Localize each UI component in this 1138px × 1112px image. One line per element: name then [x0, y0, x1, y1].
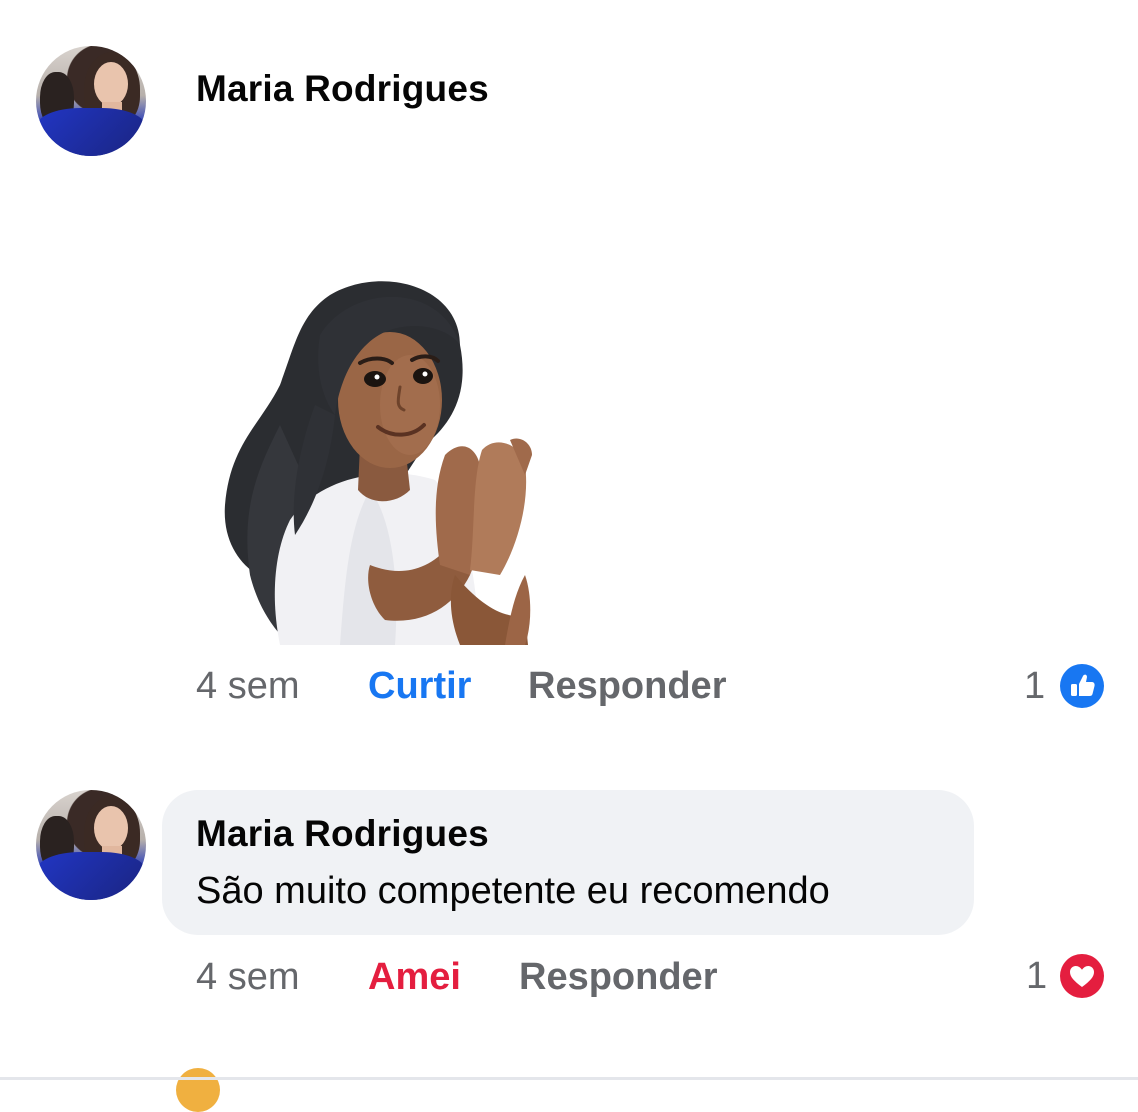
avatar-face — [94, 806, 128, 850]
comment-author-name[interactable]: Maria Rodrigues — [196, 813, 489, 855]
avatar[interactable] — [36, 790, 146, 900]
thumbs-up-glyph — [1071, 674, 1095, 696]
heart-glyph — [1070, 966, 1094, 987]
comment-author-name[interactable]: Maria Rodrigues — [196, 68, 489, 110]
avatar-clothing — [36, 108, 146, 156]
comment-bubble[interactable] — [162, 790, 974, 935]
like-icon[interactable] — [1060, 664, 1104, 708]
love-reaction-button[interactable]: Amei — [368, 956, 461, 999]
heart-icon[interactable] — [1060, 954, 1104, 998]
reaction-count[interactable]: 1 — [1024, 665, 1045, 708]
reply-button[interactable]: Responder — [528, 665, 726, 708]
like-button[interactable]: Curtir — [368, 665, 471, 708]
comment-timestamp[interactable]: 4 sem — [196, 956, 299, 999]
comment-timestamp[interactable]: 4 sem — [196, 665, 299, 708]
avatar-sticker-image — [224, 281, 532, 645]
reply-button[interactable]: Responder — [519, 956, 717, 999]
comment-text: São muito competente eu recomendo — [196, 870, 830, 912]
avatar-face — [94, 62, 128, 106]
avatar[interactable] — [36, 46, 146, 156]
avatar-clothing — [36, 852, 146, 900]
next-avatar-partial — [176, 1068, 220, 1112]
reaction-count[interactable]: 1 — [1026, 955, 1047, 998]
